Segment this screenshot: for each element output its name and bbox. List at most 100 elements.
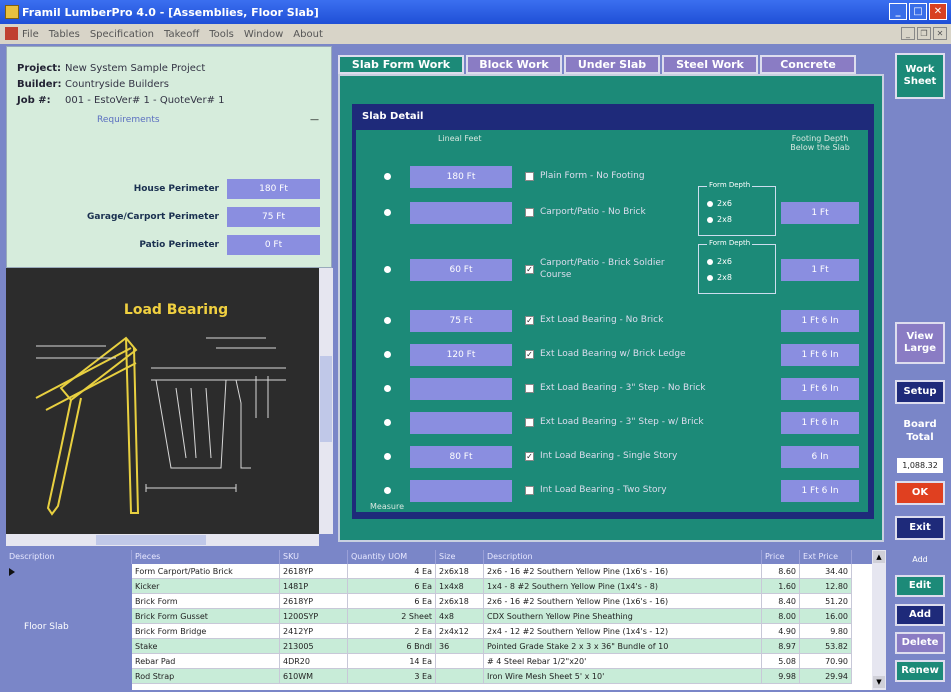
cell-pieces[interactable]: Rod Strap — [132, 669, 280, 684]
cell-pieces[interactable]: Stake — [132, 639, 280, 654]
cell-quantity[interactable]: 2 Sheet — [348, 609, 436, 624]
edit-button[interactable]: Edit — [895, 575, 945, 597]
col-header[interactable]: Ext Price — [800, 550, 852, 564]
table-row[interactable]: Brick Form Gusset 1200SYP 2 Sheet 4x8 CD… — [132, 609, 852, 624]
form-depth-option[interactable]: 2x6 — [707, 199, 732, 208]
cell-ext-price[interactable]: 51.20 — [800, 594, 852, 609]
row-radio[interactable] — [384, 453, 391, 460]
row-radio[interactable] — [384, 351, 391, 358]
drawing-horizontal-scrollbar[interactable] — [6, 534, 319, 546]
grid-vertical-scrollbar[interactable]: ▲ ▼ — [872, 550, 886, 690]
menu-tools[interactable]: Tools — [209, 29, 234, 40]
cell-sku[interactable]: 1481P — [280, 579, 348, 594]
cell-quantity[interactable]: 6 Ea — [348, 579, 436, 594]
view-large-button[interactable]: View Large — [895, 322, 945, 364]
scroll-thumb[interactable] — [320, 356, 332, 442]
tab-slab-form-work[interactable]: Slab Form Work — [338, 55, 464, 74]
cell-ext-price[interactable]: 53.82 — [800, 639, 852, 654]
lineal-feet-field[interactable] — [410, 480, 512, 502]
lineal-feet-field[interactable] — [410, 378, 512, 400]
exit-button[interactable]: Exit — [895, 516, 945, 540]
row-radio[interactable] — [384, 209, 391, 216]
menu-about[interactable]: About — [293, 29, 323, 40]
requirements-link[interactable]: Requirements — [97, 115, 160, 125]
form-depth-option[interactable]: 2x8 — [707, 273, 732, 282]
table-row[interactable]: Brick Form 2618YP 6 Ea 2x6x18 2x6 - 16 #… — [132, 594, 852, 609]
cell-pieces[interactable]: Brick Form Bridge — [132, 624, 280, 639]
tab-under-slab[interactable]: Under Slab — [564, 55, 660, 74]
footing-depth-field[interactable]: 1 Ft 6 In — [781, 344, 859, 366]
table-row[interactable]: Rebar Pad 4DR20 14 Ea # 4 Steel Rebar 1/… — [132, 654, 852, 669]
row-checkbox[interactable]: ✓ — [525, 265, 534, 274]
col-header[interactable]: Quantity UOM — [348, 550, 436, 564]
radio-dot[interactable] — [707, 216, 713, 223]
cell-pieces[interactable]: Form Carport/Patio Brick — [132, 564, 280, 579]
cell-size[interactable]: 4x8 — [436, 609, 484, 624]
cell-sku[interactable]: 2618YP — [280, 564, 348, 579]
cell-ext-price[interactable]: 9.80 — [800, 624, 852, 639]
footing-depth-field[interactable]: 1 Ft 6 In — [781, 480, 859, 502]
lineal-feet-field[interactable]: 60 Ft — [410, 259, 512, 281]
tab-block-work[interactable]: Block Work — [466, 55, 562, 74]
cell-quantity[interactable]: 14 Ea — [348, 654, 436, 669]
cell-sku[interactable]: 4DR20 — [280, 654, 348, 669]
row-radio[interactable] — [384, 487, 391, 494]
scroll-thumb[interactable] — [96, 535, 206, 545]
col-header[interactable]: Price — [762, 550, 800, 564]
cell-price[interactable]: 8.97 — [762, 639, 800, 654]
add-button[interactable]: Add — [895, 604, 945, 626]
mdi-close-button[interactable]: ✕ — [933, 27, 947, 40]
scroll-up-icon[interactable]: ▲ — [873, 551, 885, 563]
cell-description[interactable]: 2x6 - 16 #2 Southern Yellow Pine (1x6's … — [484, 564, 762, 579]
mdi-minimize-button[interactable]: _ — [901, 27, 915, 40]
col-header[interactable]: Description — [6, 550, 132, 564]
cell-quantity[interactable]: 4 Ea — [348, 564, 436, 579]
lineal-feet-field[interactable] — [410, 412, 512, 434]
col-header[interactable]: Pieces — [132, 550, 280, 564]
table-row[interactable]: Stake 213005 6 Bndl 36 Pointed Grade Sta… — [132, 639, 852, 654]
menu-window[interactable]: Window — [244, 29, 283, 40]
col-header[interactable]: Description — [484, 550, 762, 564]
lineal-feet-field[interactable]: 80 Ft — [410, 446, 512, 468]
cell-sku[interactable]: 2618YP — [280, 594, 348, 609]
menu-file[interactable]: File — [22, 29, 39, 40]
row-radio[interactable] — [384, 266, 391, 273]
cell-quantity[interactable]: 6 Ea — [348, 594, 436, 609]
cell-quantity[interactable]: 6 Bndl — [348, 639, 436, 654]
table-row[interactable]: Form Carport/Patio Brick 2618YP 4 Ea 2x6… — [132, 564, 852, 579]
form-depth-option[interactable]: 2x8 — [707, 215, 732, 224]
radio-dot[interactable] — [707, 200, 713, 207]
delete-button[interactable]: Delete — [895, 632, 945, 654]
cell-ext-price[interactable]: 70.90 — [800, 654, 852, 669]
renew-button[interactable]: Renew — [895, 660, 945, 682]
lineal-feet-field[interactable]: 120 Ft — [410, 344, 512, 366]
cell-description[interactable]: CDX Southern Yellow Pine Sheathing — [484, 609, 762, 624]
lineal-feet-field[interactable] — [410, 202, 512, 224]
table-row[interactable]: Brick Form Bridge 2412YP 2 Ea 2x4x12 2x4… — [132, 624, 852, 639]
cell-description[interactable]: 1x4 - 8 #2 Southern Yellow Pine (1x4's -… — [484, 579, 762, 594]
cell-size[interactable] — [436, 654, 484, 669]
table-row[interactable]: Rod Strap 610WM 3 Ea Iron Wire Mesh Shee… — [132, 669, 852, 684]
scroll-down-icon[interactable]: ▼ — [873, 676, 885, 688]
cell-pieces[interactable]: Brick Form Gusset — [132, 609, 280, 624]
lineal-feet-field[interactable]: 180 Ft — [410, 166, 512, 188]
cell-size[interactable]: 2x4x12 — [436, 624, 484, 639]
cell-price[interactable]: 1.60 — [762, 579, 800, 594]
row-checkbox[interactable] — [525, 208, 534, 217]
work-sheet-button[interactable]: Work Sheet — [895, 53, 945, 99]
cell-sku[interactable]: 1200SYP — [280, 609, 348, 624]
cell-pieces[interactable]: Rebar Pad — [132, 654, 280, 669]
row-radio[interactable] — [384, 385, 391, 392]
cell-description[interactable]: Iron Wire Mesh Sheet 5' x 10' — [484, 669, 762, 684]
row-checkbox[interactable]: ✓ — [525, 452, 534, 461]
table-row[interactable]: Kicker 1481P 6 Ea 1x4x8 1x4 - 8 #2 South… — [132, 579, 852, 594]
cell-price[interactable]: 9.98 — [762, 669, 800, 684]
footing-depth-field[interactable]: 1 Ft 6 In — [781, 378, 859, 400]
row-checkbox[interactable]: ✓ — [525, 316, 534, 325]
cell-price[interactable]: 8.00 — [762, 609, 800, 624]
row-checkbox[interactable]: ✓ — [525, 350, 534, 359]
setup-button[interactable]: Setup — [895, 380, 945, 404]
cell-pieces[interactable]: Kicker — [132, 579, 280, 594]
cell-price[interactable]: 8.60 — [762, 564, 800, 579]
radio-dot[interactable] — [707, 258, 713, 265]
